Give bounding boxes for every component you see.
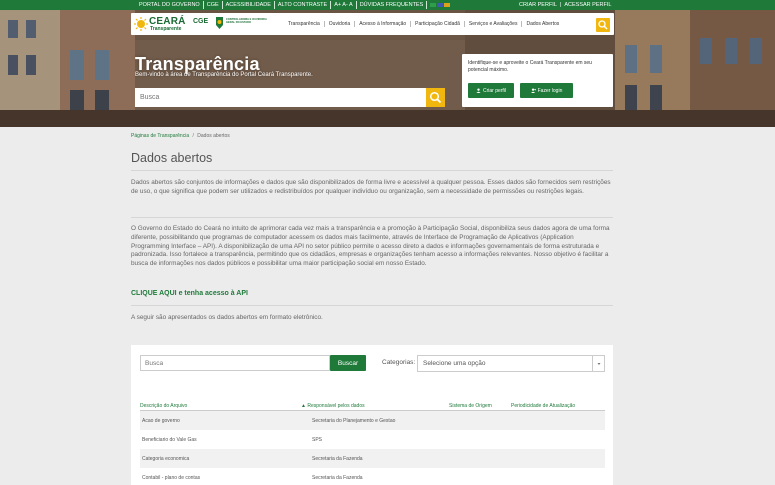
logo-brand-sub: Transparente (150, 26, 182, 32)
column-header-sistema[interactable]: Sistema de Origem (449, 403, 492, 409)
topbar-left-links: PORTAL DO GOVERNO CGE ACESSIBILIDADE ALT… (136, 1, 453, 9)
cell-descricao: Beneficiario do Vale Gas (142, 437, 197, 443)
cge-full-name: CONTROLADORIA E OUVIDORIA GERAL DO ESTAD… (226, 18, 267, 24)
table-row[interactable]: Beneficiario do Vale Gas SPS (140, 430, 605, 449)
sun-logo-icon (134, 17, 148, 31)
nav-item-ouvidoria[interactable]: Ouvidoria (325, 21, 356, 27)
link-acessar-perfil[interactable]: ACESSAR PERFIL (561, 2, 614, 8)
login-card: Identifique-se e aproveite o Ceará Trans… (462, 54, 613, 107)
create-profile-button[interactable]: Criar perfil (468, 83, 514, 98)
breadcrumb-parent[interactable]: Páginas de Transparência (131, 133, 189, 139)
table-row[interactable]: Acao de governo Secretaria do Planejamen… (140, 411, 605, 430)
api-divider (131, 305, 613, 306)
link-alto-contraste[interactable]: ALTO CONTRASTE (275, 1, 332, 9)
user-icon (476, 88, 481, 93)
link-criar-perfil[interactable]: CRIAR PERFIL (516, 2, 560, 8)
hero-search-input[interactable] (135, 88, 426, 107)
cell-descricao: Contabil - plano de contas (142, 475, 201, 481)
category-dropdown-arrow[interactable] (592, 356, 604, 372)
flag-spain-icon[interactable] (444, 3, 451, 7)
login-card-message: Identifique-se e aproveite o Ceará Trans… (468, 60, 592, 73)
paragraph-divider (131, 217, 613, 218)
link-cge[interactable]: CGE (204, 1, 223, 9)
page-title: Dados abertos (131, 151, 213, 165)
font-size-controls[interactable]: A+ A- A (331, 1, 357, 9)
login-label: Fazer login (537, 87, 563, 94)
category-select[interactable]: Selecione uma opção (417, 355, 605, 372)
link-portal-governo[interactable]: PORTAL DO GOVERNO (136, 1, 204, 9)
category-label: Categorias: (382, 359, 416, 366)
nav-item-acesso-informacao[interactable]: Acesso à Informação (355, 21, 412, 27)
cell-descricao: Acao de governo (142, 418, 180, 424)
api-paragraph: O Governo do Estado do Ceará no intuito … (131, 225, 610, 268)
hero-search-button[interactable] (426, 88, 445, 107)
main-nav-menu: Transparência Ouvidoria Acesso à Informa… (284, 21, 563, 27)
caret-down-icon (597, 363, 601, 365)
login-button[interactable]: Fazer login (520, 83, 573, 98)
title-divider (131, 170, 613, 171)
nav-search-button[interactable] (596, 18, 610, 32)
cell-responsavel: Secretaria da Fazenda (312, 456, 363, 462)
language-flags[interactable] (427, 1, 453, 9)
search-icon (598, 20, 608, 30)
cell-responsavel: Secretaria da Fazenda (312, 475, 363, 481)
flag-usa-icon[interactable] (437, 3, 444, 7)
nav-item-servicos-avaliacoes[interactable]: Serviços e Avaliações (465, 21, 523, 27)
user-plus-icon (530, 88, 536, 93)
cge-logo[interactable]: CGE (193, 18, 208, 25)
nav-item-transparencia[interactable]: Transparência (284, 21, 325, 27)
intro-paragraph: Dados abertos são conjuntos de informaçõ… (131, 179, 611, 195)
search-icon (429, 91, 442, 104)
column-header-periodicidade[interactable]: Periodicidade de Atualização (511, 403, 575, 409)
column-header-descricao[interactable]: Descrição do Arquivo (140, 403, 187, 409)
dataset-search-button[interactable]: Buscar (330, 355, 366, 371)
data-intro-paragraph: A seguir são apresentados os dados abert… (131, 314, 323, 321)
flag-brazil-icon[interactable] (430, 3, 437, 7)
cell-descricao: Categoria economica (142, 456, 190, 462)
category-select-value: Selecione uma opção (423, 360, 486, 367)
api-access-link[interactable]: CLIQUE AQUI e tenha acesso à API (131, 290, 248, 297)
table-row[interactable]: Contabil - plano de contas Secretaria da… (140, 468, 605, 485)
column-header-responsavel[interactable]: ▲ Responsável pelos dados (301, 403, 365, 409)
nav-item-participacao-cidada[interactable]: Participação Cidadã (411, 21, 465, 27)
open-data-panel: Buscar Categorias: Selecione uma opção D… (131, 345, 613, 485)
cell-responsavel: SPS (312, 437, 323, 443)
topbar-right-links: CRIAR PERFIL | ACESSAR PERFIL (516, 1, 614, 9)
breadcrumb-current: Dados abertos (197, 133, 230, 139)
table-row[interactable]: Categoria economica Secretaria da Fazend… (140, 449, 605, 468)
breadcrumb: Páginas de Transparência / Dados abertos (131, 133, 230, 139)
hero-subtitle: Bem-vindo à área de Transparência do Por… (135, 72, 313, 78)
dataset-search-input[interactable] (140, 355, 330, 371)
link-acessibilidade[interactable]: ACESSIBILIDADE (223, 1, 275, 9)
create-profile-label: Criar perfil (482, 87, 507, 94)
cge-seal-icon (216, 17, 223, 29)
nav-item-dados-abertos[interactable]: Dados Abertos (522, 21, 563, 27)
main-navbar: CEARÁ Transparente CGE CONTROLADORIA E O… (131, 13, 614, 35)
top-utility-bar: PORTAL DO GOVERNO CGE ACESSIBILIDADE ALT… (0, 0, 775, 10)
breadcrumb-separator: / (192, 133, 194, 139)
cell-responsavel: Secretaria do Planejamento e Gestao (312, 418, 396, 424)
link-duvidas-frequentes[interactable]: DÚVIDAS FREQUENTES (357, 1, 428, 9)
